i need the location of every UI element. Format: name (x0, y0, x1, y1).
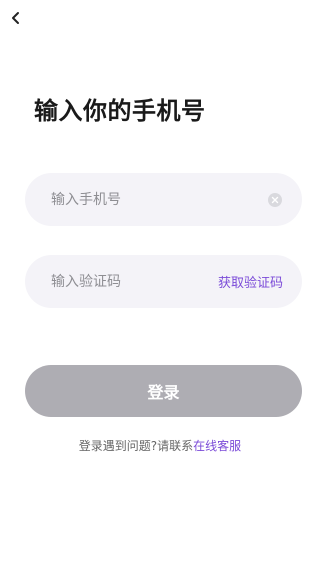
back-button[interactable] (6, 8, 26, 28)
code-field-container: 获取验证码 (25, 255, 302, 308)
clear-circle-icon (271, 196, 279, 203)
clear-phone-button[interactable] (268, 192, 282, 207)
phone-field-container (25, 173, 302, 226)
phone-input[interactable] (49, 190, 268, 209)
online-support-link[interactable]: 在线客服 (193, 439, 241, 453)
verification-code-input[interactable] (49, 272, 218, 291)
help-text-label: 登录遇到问题?请联系 (78, 439, 194, 453)
help-text: 登录遇到问题?请联系在线客服 (0, 437, 320, 454)
chevron-left-icon (12, 12, 19, 24)
login-button[interactable]: 登录 (25, 365, 302, 417)
get-code-button[interactable]: 获取验证码 (218, 272, 283, 291)
page-title: 输入你的手机号 (34, 97, 206, 125)
